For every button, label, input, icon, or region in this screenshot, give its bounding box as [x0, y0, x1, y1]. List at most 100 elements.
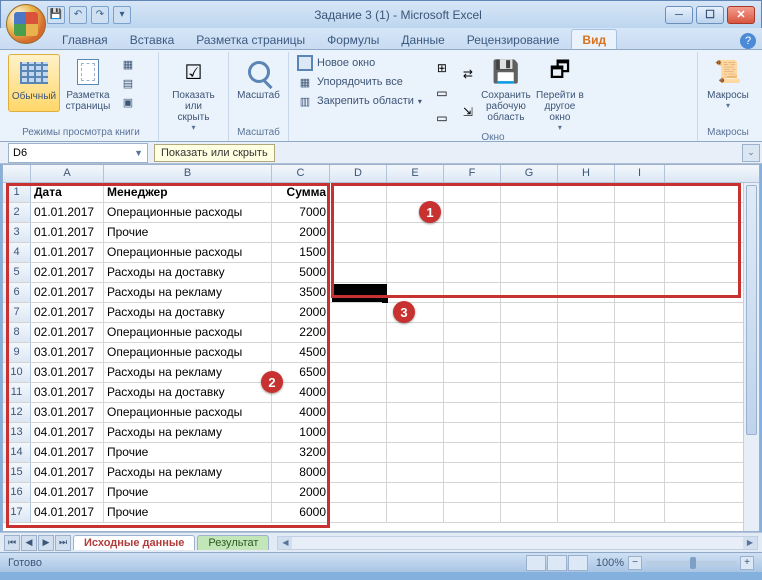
- cell[interactable]: [615, 283, 665, 302]
- cell[interactable]: 1000: [272, 423, 330, 442]
- view-page-layout-button[interactable]: Разметка страницы: [62, 54, 114, 112]
- cell[interactable]: Прочие: [104, 223, 272, 242]
- cell[interactable]: [387, 343, 444, 362]
- cell[interactable]: 4000: [272, 403, 330, 422]
- cell[interactable]: Операционные расходы: [104, 343, 272, 362]
- cell[interactable]: [387, 183, 444, 202]
- cell[interactable]: [444, 303, 501, 322]
- cell[interactable]: [330, 363, 387, 382]
- cell[interactable]: [558, 343, 615, 362]
- row-header[interactable]: 12: [3, 403, 31, 422]
- cell[interactable]: [558, 203, 615, 222]
- cell[interactable]: [501, 483, 558, 502]
- row-header[interactable]: 11: [3, 383, 31, 402]
- cell[interactable]: [387, 443, 444, 462]
- view-fullscreen-button[interactable]: ▣: [116, 93, 140, 111]
- cell[interactable]: [558, 183, 615, 202]
- cell[interactable]: [330, 483, 387, 502]
- cell[interactable]: 02.01.2017: [31, 323, 104, 342]
- cell[interactable]: [558, 443, 615, 462]
- sheet-nav-first[interactable]: ⏮: [4, 535, 20, 551]
- close-button[interactable]: ✕: [727, 6, 755, 24]
- cell[interactable]: [444, 483, 501, 502]
- cell[interactable]: Прочие: [104, 443, 272, 462]
- row-header[interactable]: 3: [3, 223, 31, 242]
- column-header-G[interactable]: G: [501, 165, 558, 182]
- cell[interactable]: 04.01.2017: [31, 483, 104, 502]
- cell[interactable]: [444, 203, 501, 222]
- cell[interactable]: 8000: [272, 463, 330, 482]
- column-header-A[interactable]: A: [31, 165, 104, 182]
- help-icon[interactable]: ?: [740, 33, 756, 49]
- cell[interactable]: [387, 423, 444, 442]
- row-header[interactable]: 4: [3, 243, 31, 262]
- sync-scroll-icon[interactable]: ⇄: [460, 66, 476, 82]
- cell[interactable]: [615, 323, 665, 342]
- cell[interactable]: 01.01.2017: [31, 223, 104, 242]
- cell[interactable]: 2000: [272, 223, 330, 242]
- row-header[interactable]: 5: [3, 263, 31, 282]
- row-header[interactable]: 2: [3, 203, 31, 222]
- cell[interactable]: [615, 383, 665, 402]
- cell[interactable]: [444, 403, 501, 422]
- cell[interactable]: [444, 263, 501, 282]
- view-break-icon[interactable]: [568, 555, 588, 571]
- formula-bar-expand[interactable]: ⌄: [742, 144, 760, 162]
- cell[interactable]: [330, 463, 387, 482]
- cell[interactable]: [615, 343, 665, 362]
- zoom-in-button[interactable]: +: [740, 556, 754, 570]
- tab-page-layout[interactable]: Разметка страницы: [186, 30, 315, 49]
- cell[interactable]: [558, 323, 615, 342]
- column-header-H[interactable]: H: [558, 165, 615, 182]
- qat-redo-icon[interactable]: ↷: [91, 6, 109, 24]
- cell[interactable]: [330, 343, 387, 362]
- cell[interactable]: [615, 503, 665, 522]
- cell[interactable]: Дата: [31, 183, 104, 202]
- hide-icon[interactable]: ▭: [434, 85, 450, 101]
- sheet-nav-last[interactable]: ⏭: [55, 535, 71, 551]
- cell[interactable]: 5000: [272, 263, 330, 282]
- cell[interactable]: 7000: [272, 203, 330, 222]
- cell[interactable]: [501, 383, 558, 402]
- cell[interactable]: [444, 463, 501, 482]
- cell[interactable]: [444, 383, 501, 402]
- cell[interactable]: [387, 363, 444, 382]
- cell[interactable]: 03.01.2017: [31, 343, 104, 362]
- cell[interactable]: [615, 363, 665, 382]
- cell[interactable]: [558, 303, 615, 322]
- cell[interactable]: 04.01.2017: [31, 443, 104, 462]
- zoom-out-button[interactable]: −: [628, 556, 642, 570]
- cell[interactable]: [444, 503, 501, 522]
- cell[interactable]: 4500: [272, 343, 330, 362]
- column-header-D[interactable]: D: [330, 165, 387, 182]
- cell[interactable]: [615, 263, 665, 282]
- cell[interactable]: [330, 403, 387, 422]
- cell[interactable]: [330, 263, 387, 282]
- cell[interactable]: Операционные расходы: [104, 243, 272, 262]
- cell[interactable]: [330, 183, 387, 202]
- cell[interactable]: [501, 463, 558, 482]
- cell[interactable]: [387, 403, 444, 422]
- select-all-button[interactable]: [3, 165, 31, 182]
- cell[interactable]: [330, 503, 387, 522]
- column-header-I[interactable]: I: [615, 165, 665, 182]
- row-header[interactable]: 7: [3, 303, 31, 322]
- cell[interactable]: Расходы на доставку: [104, 383, 272, 402]
- view-layout-icon[interactable]: [547, 555, 567, 571]
- new-window-button[interactable]: Новое окно: [293, 54, 426, 72]
- cell[interactable]: [387, 263, 444, 282]
- cell[interactable]: [615, 303, 665, 322]
- cell[interactable]: [501, 223, 558, 242]
- row-header[interactable]: 9: [3, 343, 31, 362]
- cell[interactable]: [444, 323, 501, 342]
- cell[interactable]: [558, 243, 615, 262]
- cell[interactable]: [558, 503, 615, 522]
- cell[interactable]: 04.01.2017: [31, 463, 104, 482]
- row-header[interactable]: 13: [3, 423, 31, 442]
- view-normal-icon[interactable]: [526, 555, 546, 571]
- cell[interactable]: [615, 463, 665, 482]
- cell[interactable]: Расходы на доставку: [104, 263, 272, 282]
- column-header-E[interactable]: E: [387, 165, 444, 182]
- row-header[interactable]: 15: [3, 463, 31, 482]
- cell[interactable]: [444, 443, 501, 462]
